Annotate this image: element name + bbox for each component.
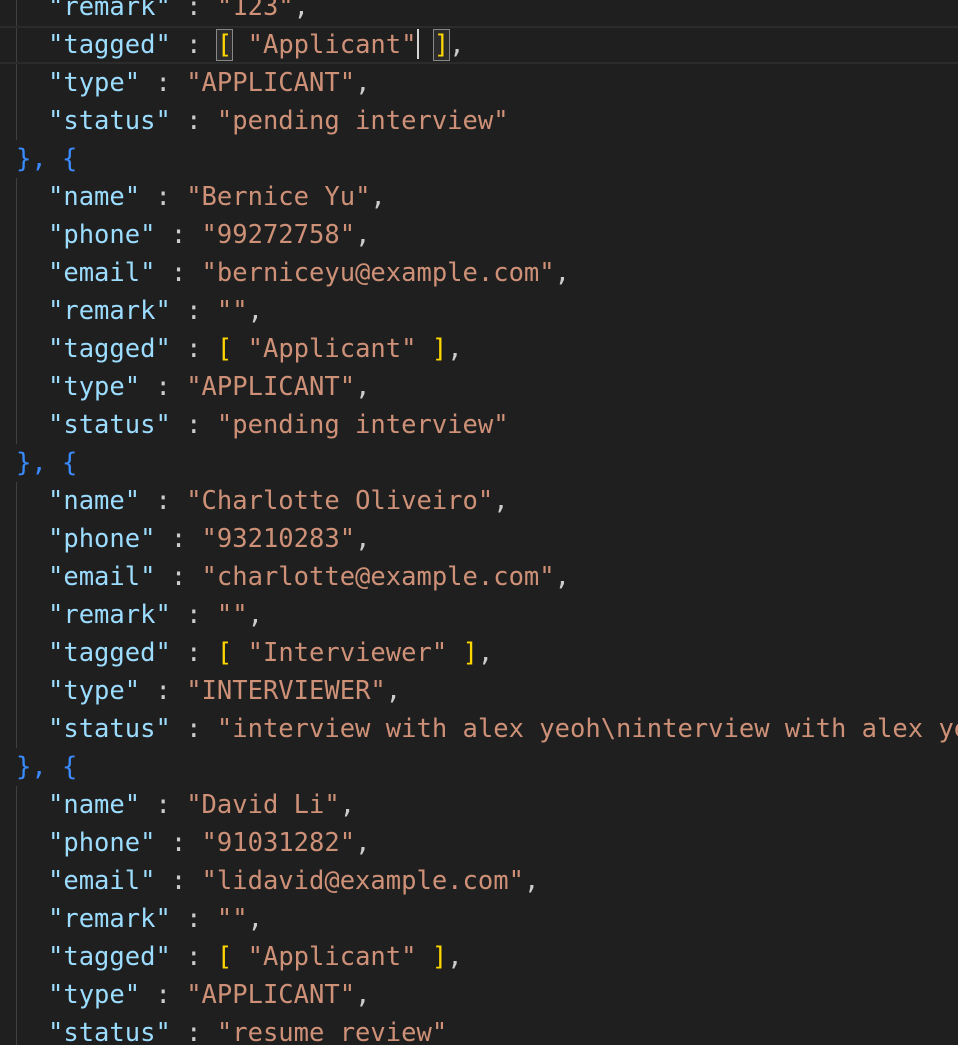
json-value: "charlotte@example.com" [201,562,555,592]
code-line[interactable]: "tagged" : [ "Applicant" ], [0,938,958,976]
code-line[interactable]: "phone" : "93210283", [0,520,958,558]
code-line[interactable]: "type" : "APPLICANT", [0,368,958,406]
code-line[interactable]: "name" : "Charlotte Oliveiro", [0,482,958,520]
json-key: "status" [48,106,171,136]
code-line[interactable]: "tagged" : [ "Interviewer" ], [0,634,958,672]
json-key: "status" [48,410,171,440]
json-value: "Applicant" [247,30,417,60]
json-key: "remark" [48,296,171,326]
json-value: "berniceyu@example.com" [201,258,555,288]
json-key: "phone" [48,220,156,250]
code-line[interactable]: "email" : "berniceyu@example.com", [0,254,958,292]
json-value: "interview with alex yeoh\ninterview wit… [216,714,958,744]
json-value: "APPLICANT" [186,68,356,98]
code-line[interactable]: "type" : "INTERVIEWER", [0,672,958,710]
json-value: "David Li" [186,790,340,820]
code-line[interactable]: "name" : "David Li", [0,786,958,824]
code-line[interactable]: "type" : "APPLICANT", [0,64,958,102]
json-value: "" [216,600,248,630]
code-line[interactable]: "status" : "pending interview" [0,102,958,140]
json-value: "resume review" [216,1018,448,1045]
json-key: "phone" [48,828,156,858]
json-value: "APPLICANT" [186,372,356,402]
bracket-close: ] [431,942,448,972]
json-key: "email" [48,866,156,896]
json-key: "tagged" [48,942,171,972]
json-key: "remark" [48,904,171,934]
json-key: "name" [48,182,141,212]
json-value: "Bernice Yu" [186,182,371,212]
code-line[interactable]: }, { [0,444,958,482]
json-value: "pending interview" [216,106,509,136]
json-key: "remark" [48,600,171,630]
json-value: "pending interview" [216,410,509,440]
code-line[interactable]: "remark" : "", [0,292,958,330]
json-key: "type" [48,676,141,706]
json-value: "lidavid@example.com" [201,866,524,896]
code-line[interactable]: "phone" : "99272758", [0,216,958,254]
json-key: "type" [48,372,141,402]
json-key: "status" [48,1018,171,1045]
json-key: "tagged" [48,638,171,668]
json-key: "type" [48,980,141,1010]
bracket-open: [ [216,334,233,364]
json-key: "tagged" [48,334,171,364]
code-line[interactable]: "email" : "charlotte@example.com", [0,558,958,596]
code-line[interactable]: }, { [0,748,958,786]
code-line[interactable]: "status" : "interview with alex yeoh\nin… [0,710,958,748]
json-value: "Applicant" [247,942,417,972]
code-line[interactable]: "phone" : "91031282", [0,824,958,862]
json-value: "INTERVIEWER" [186,676,386,706]
code-line[interactable]: "remark" : "", [0,900,958,938]
code-line[interactable]: "remark" : "123", [0,0,958,26]
code-line-current[interactable]: "tagged" : [ "Applicant" ], [0,26,958,64]
json-key: "type" [48,68,141,98]
bracket-open: [ [216,942,233,972]
json-value: "Interviewer" [247,638,448,668]
object-separator: }, { [16,448,78,478]
code-line[interactable]: "status" : "pending interview" [0,406,958,444]
json-key: "status" [48,714,171,744]
object-separator: }, { [16,144,78,174]
bracket-match-close: ] [432,29,451,61]
code-editor[interactable]: "remark" : "123", "tagged" : [ "Applican… [0,0,958,1045]
json-value: "APPLICANT" [186,980,356,1010]
json-key: "email" [48,258,156,288]
json-key: "email" [48,562,156,592]
json-value: "123" [216,0,294,22]
json-value: "" [216,904,248,934]
json-key: "remark" [48,0,171,22]
code-line[interactable]: "type" : "APPLICANT", [0,976,958,1014]
json-value: "91031282" [201,828,356,858]
code-line[interactable]: "email" : "lidavid@example.com", [0,862,958,900]
bracket-match-open: [ [215,29,234,61]
bracket-open: [ [216,638,233,668]
json-value: "99272758" [201,220,356,250]
code-line[interactable]: "remark" : "", [0,596,958,634]
bracket-close: ] [462,638,478,668]
code-line[interactable]: "name" : "Bernice Yu", [0,178,958,216]
json-key: "tagged" [48,30,171,60]
json-key: "name" [48,486,141,516]
bracket-close: ] [431,334,448,364]
code-line[interactable]: }, { [0,140,958,178]
code-line[interactable]: "tagged" : [ "Applicant" ], [0,330,958,368]
object-separator: }, { [16,752,78,782]
json-value: "Charlotte Oliveiro" [186,486,494,516]
json-key: "phone" [48,524,156,554]
json-value: "" [216,296,248,326]
json-key: "name" [48,790,141,820]
code-line[interactable]: "status" : "resume review" [0,1014,958,1045]
json-value: "Applicant" [247,334,417,364]
json-value: "93210283" [201,524,356,554]
